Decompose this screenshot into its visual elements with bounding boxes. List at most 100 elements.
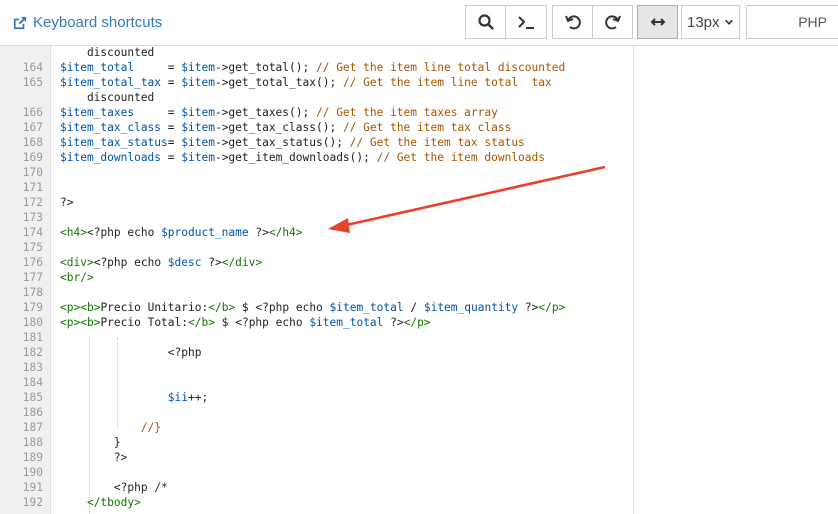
code-line[interactable]: 191 <?php /* <box>0 480 838 495</box>
line-number: 188 <box>22 436 43 449</box>
wrap-arrows-icon <box>650 18 665 26</box>
line-text: <div><?php echo $desc ?></div> <box>60 256 263 269</box>
line-number: 176 <box>22 256 43 269</box>
line-number: 190 <box>22 466 43 479</box>
line-text: $ii++; <box>167 391 209 404</box>
line-text: <br/> <box>60 271 94 284</box>
line-number: 184 <box>22 376 43 389</box>
code-line[interactable]: discounted <box>0 46 838 60</box>
code-line[interactable]: 169 $item_downloads = $item->get_item_dow… <box>0 150 838 165</box>
line-number: 168 <box>22 136 43 149</box>
code-line[interactable]: 186 <box>0 405 838 420</box>
line-number: 169 <box>22 151 43 164</box>
code-line[interactable]: 172 ?> <box>0 195 838 210</box>
undo-button[interactable] <box>552 5 593 39</box>
chevron-down-icon <box>724 19 733 25</box>
line-text: ?> <box>60 451 128 464</box>
code-line[interactable]: 176 <div><?php echo $desc ?></div> <box>0 255 838 270</box>
undo-icon <box>564 15 581 30</box>
code-line[interactable]: 174 <h4><?php echo $product_name ?></h4> <box>0 225 838 240</box>
line-number: 182 <box>22 346 43 359</box>
code-line[interactable]: 182 <?php <box>0 345 838 360</box>
line-number: 180 <box>22 316 43 329</box>
code-line[interactable]: 171 <box>0 180 838 195</box>
line-text: <h4><?php echo $product_name ?></h4> <box>60 226 303 239</box>
line-text: $item_downloads = $item->get_item_downlo… <box>60 151 545 164</box>
code-line[interactable]: 180 <p><b>Precio Total:</b> $ <?php echo … <box>0 315 838 330</box>
keyboard-shortcuts-link[interactable]: Keyboard shortcuts <box>13 14 162 31</box>
code-editor[interactable]: discounted 164 $item_total = $item->get_to… <box>0 46 838 514</box>
line-number: 181 <box>22 331 43 344</box>
code-line[interactable]: 164 $item_total = $item->get_total(); // … <box>0 60 838 75</box>
code-line[interactable]: 177 <br/> <box>0 270 838 285</box>
line-text: $item_taxes = $item->get_taxes(); // Get… <box>60 106 498 119</box>
line-number: 172 <box>22 196 43 209</box>
line-text: $item_tax_status= $item->get_tax_status(… <box>60 136 525 149</box>
editor-toolbar: Keyboard shortcuts 13px PHP <box>0 0 838 46</box>
line-number: 178 <box>22 286 43 299</box>
code-line[interactable]: discounted <box>0 90 838 105</box>
code-line[interactable]: 184 <box>0 375 838 390</box>
terminal-button[interactable] <box>505 5 547 39</box>
line-number: 185 <box>22 391 43 404</box>
line-number: 164 <box>22 61 43 74</box>
code-line[interactable]: 166 $item_taxes = $item->get_taxes(); // … <box>0 105 838 120</box>
line-number: 171 <box>22 181 43 194</box>
line-number: 189 <box>22 451 43 464</box>
line-text: ?> <box>60 196 74 209</box>
line-text: $item_total_tax = $item->get_total_tax()… <box>60 76 552 89</box>
line-number: 174 <box>22 226 43 239</box>
line-number: 183 <box>22 361 43 374</box>
line-text: <?php <box>167 346 202 359</box>
redo-button[interactable] <box>592 5 633 39</box>
line-number: 170 <box>22 166 43 179</box>
code-line[interactable]: 188 } <box>0 435 838 450</box>
language-label: PHP <box>798 14 827 30</box>
code-line[interactable]: 170 <box>0 165 838 180</box>
line-number: 166 <box>22 106 43 119</box>
code-line[interactable]: 189 ?> <box>0 450 838 465</box>
line-number: 173 <box>22 211 43 224</box>
line-number: 177 <box>22 271 43 284</box>
line-number: 187 <box>22 421 43 434</box>
line-text: discounted <box>60 91 155 104</box>
line-text: //} <box>140 421 162 434</box>
search-button[interactable] <box>465 5 506 39</box>
code-line[interactable]: 181 <box>0 330 838 345</box>
code-line[interactable]: 165 $item_total_tax = $item->get_total_ta… <box>0 75 838 90</box>
terminal-icon <box>518 16 534 29</box>
language-indicator[interactable]: PHP <box>746 5 838 39</box>
font-size-select[interactable]: 13px <box>681 5 740 39</box>
code-line[interactable]: 168 $item_tax_status= $item->get_tax_stat… <box>0 135 838 150</box>
code-line[interactable]: 185 $ii++; <box>0 390 838 405</box>
line-text: <?php /* <box>113 481 168 494</box>
line-text: <p><b>Precio Total:</b> $ <?php echo $it… <box>60 316 431 329</box>
keyboard-shortcuts-label: Keyboard shortcuts <box>33 14 163 31</box>
line-text: $item_total = $item->get_total(); // Get… <box>60 61 566 74</box>
code-line[interactable]: 178 <box>0 285 838 300</box>
code-line[interactable]: 175 <box>0 240 838 255</box>
line-text: <p><b>Precio Unitario:</b> $ <?php echo … <box>60 301 566 314</box>
code-line[interactable]: 190 <box>0 465 838 480</box>
word-wrap-toggle[interactable] <box>637 5 678 39</box>
code-line[interactable]: 167 $item_tax_class = $item->get_tax_clas… <box>0 120 838 135</box>
redo-icon <box>604 15 621 30</box>
line-text: } <box>60 436 121 449</box>
external-link-icon <box>13 16 27 29</box>
line-number: 167 <box>22 121 43 134</box>
line-number: 192 <box>22 496 43 509</box>
code-line[interactable]: 187 //} <box>0 420 838 435</box>
line-text: $item_tax_class = $item->get_tax_class()… <box>60 121 512 134</box>
line-number: 165 <box>22 76 43 89</box>
code-line[interactable]: 183 <box>0 360 838 375</box>
line-text: discounted <box>60 46 155 59</box>
line-number: 175 <box>22 241 43 254</box>
font-size-value: 13px <box>687 13 720 31</box>
code-line[interactable]: 179 <p><b>Precio Unitario:</b> $ <?php ec… <box>0 300 838 315</box>
line-number: 186 <box>22 406 43 419</box>
code-line[interactable]: 192 </tbody> <box>0 495 838 510</box>
search-icon <box>477 14 494 30</box>
line-number: 191 <box>22 481 43 494</box>
code-line[interactable]: 173 <box>0 210 838 225</box>
line-number: 179 <box>22 301 43 314</box>
